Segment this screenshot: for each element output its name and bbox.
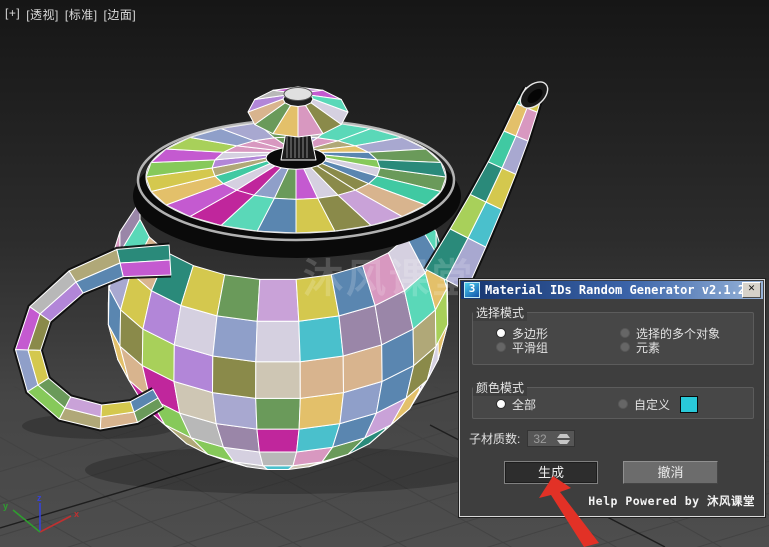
radio-dot-icon: [618, 399, 628, 409]
radio-all-colors[interactable]: 全部: [496, 397, 537, 412]
generate-button[interactable]: 生成: [504, 461, 598, 484]
viewport-watermark: 沐风课堂: [303, 257, 475, 301]
viewport-window: { "viewport": { "menu": { "general": "[+…: [0, 0, 769, 547]
material-ids-dialog: 3 Material IDs Random Generator v2.1.2 ✕…: [459, 279, 765, 517]
radio-dot-icon: [496, 342, 506, 352]
viewport-label-row: [+] [透视] [标准] [边面]: [5, 6, 136, 23]
spinner-down-icon[interactable]: [557, 440, 571, 444]
radio-smoothing-group[interactable]: 平滑组: [496, 340, 549, 355]
radio-dot-icon: [620, 342, 630, 352]
undo-button[interactable]: 撤消: [623, 461, 718, 484]
color-mode-label: 颜色模式: [473, 379, 528, 396]
viewport-shading-menu[interactable]: [标准]: [65, 6, 98, 23]
axis-y-label: y: [3, 501, 8, 511]
radio-element-label: 元素: [636, 340, 661, 355]
axis-x-label: x: [74, 509, 79, 519]
spinner-up-icon[interactable]: [557, 434, 571, 438]
help-powered-by-text: Help Powered by 沐风课堂: [588, 494, 755, 508]
maxscript-icon: 3: [464, 282, 480, 298]
radio-all-colors-label: 全部: [512, 397, 537, 412]
dialog-title: Material IDs Random Generator v2.1.2: [485, 283, 742, 297]
submaterial-count-label: 子材质数:: [469, 432, 521, 446]
radio-selected-objects[interactable]: 选择的多个对象: [620, 326, 720, 341]
submaterial-count-row: 子材质数: 32: [469, 430, 576, 447]
radio-element[interactable]: 元素: [620, 340, 661, 355]
radio-dot-icon: [496, 399, 506, 409]
axis-z-label: z: [37, 493, 42, 503]
viewport-general-menu[interactable]: [+]: [5, 6, 20, 23]
radio-custom-color-label: 自定义: [634, 397, 671, 412]
radio-dot-icon: [620, 328, 630, 338]
submaterial-count-input[interactable]: 32: [527, 430, 576, 447]
radio-custom-color[interactable]: 自定义: [618, 395, 699, 413]
viewport-edged-faces-menu[interactable]: [边面]: [104, 6, 137, 23]
selection-mode-label: 选择模式: [473, 304, 528, 321]
close-button[interactable]: ✕: [742, 282, 761, 298]
submaterial-count-value: 32: [533, 432, 547, 446]
radio-dot-icon: [496, 328, 506, 338]
viewport-pov-menu[interactable]: [透视]: [26, 6, 59, 23]
custom-color-swatch[interactable]: [680, 395, 699, 413]
dialog-titlebar[interactable]: 3 Material IDs Random Generator v2.1.2 ✕: [461, 281, 763, 299]
radio-smoothing-group-label: 平滑组: [512, 340, 549, 355]
